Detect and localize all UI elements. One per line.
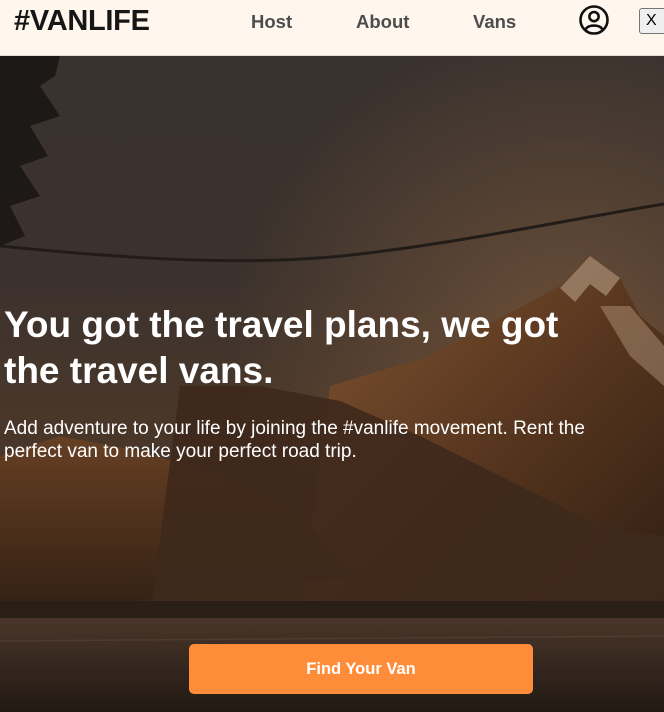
hero-subtitle: Add adventure to your life by joining th… (4, 418, 585, 462)
find-your-van-button[interactable]: Find Your Van (189, 644, 533, 694)
hero-section: You got the travel plans, we got the tra… (0, 56, 664, 712)
nav-link-vans[interactable]: Vans (473, 11, 516, 33)
login-avatar-button[interactable] (578, 4, 610, 36)
site-logo[interactable]: #VANLIFE (14, 5, 150, 38)
user-circle-icon (579, 5, 609, 35)
nav-link-host[interactable]: Host (251, 11, 292, 33)
hero-title: You got the travel plans, we got the tra… (4, 304, 559, 391)
nav-link-about[interactable]: About (356, 11, 409, 33)
close-button[interactable]: X (639, 8, 664, 34)
site-header: #VANLIFE Host About Vans X (0, 0, 664, 56)
